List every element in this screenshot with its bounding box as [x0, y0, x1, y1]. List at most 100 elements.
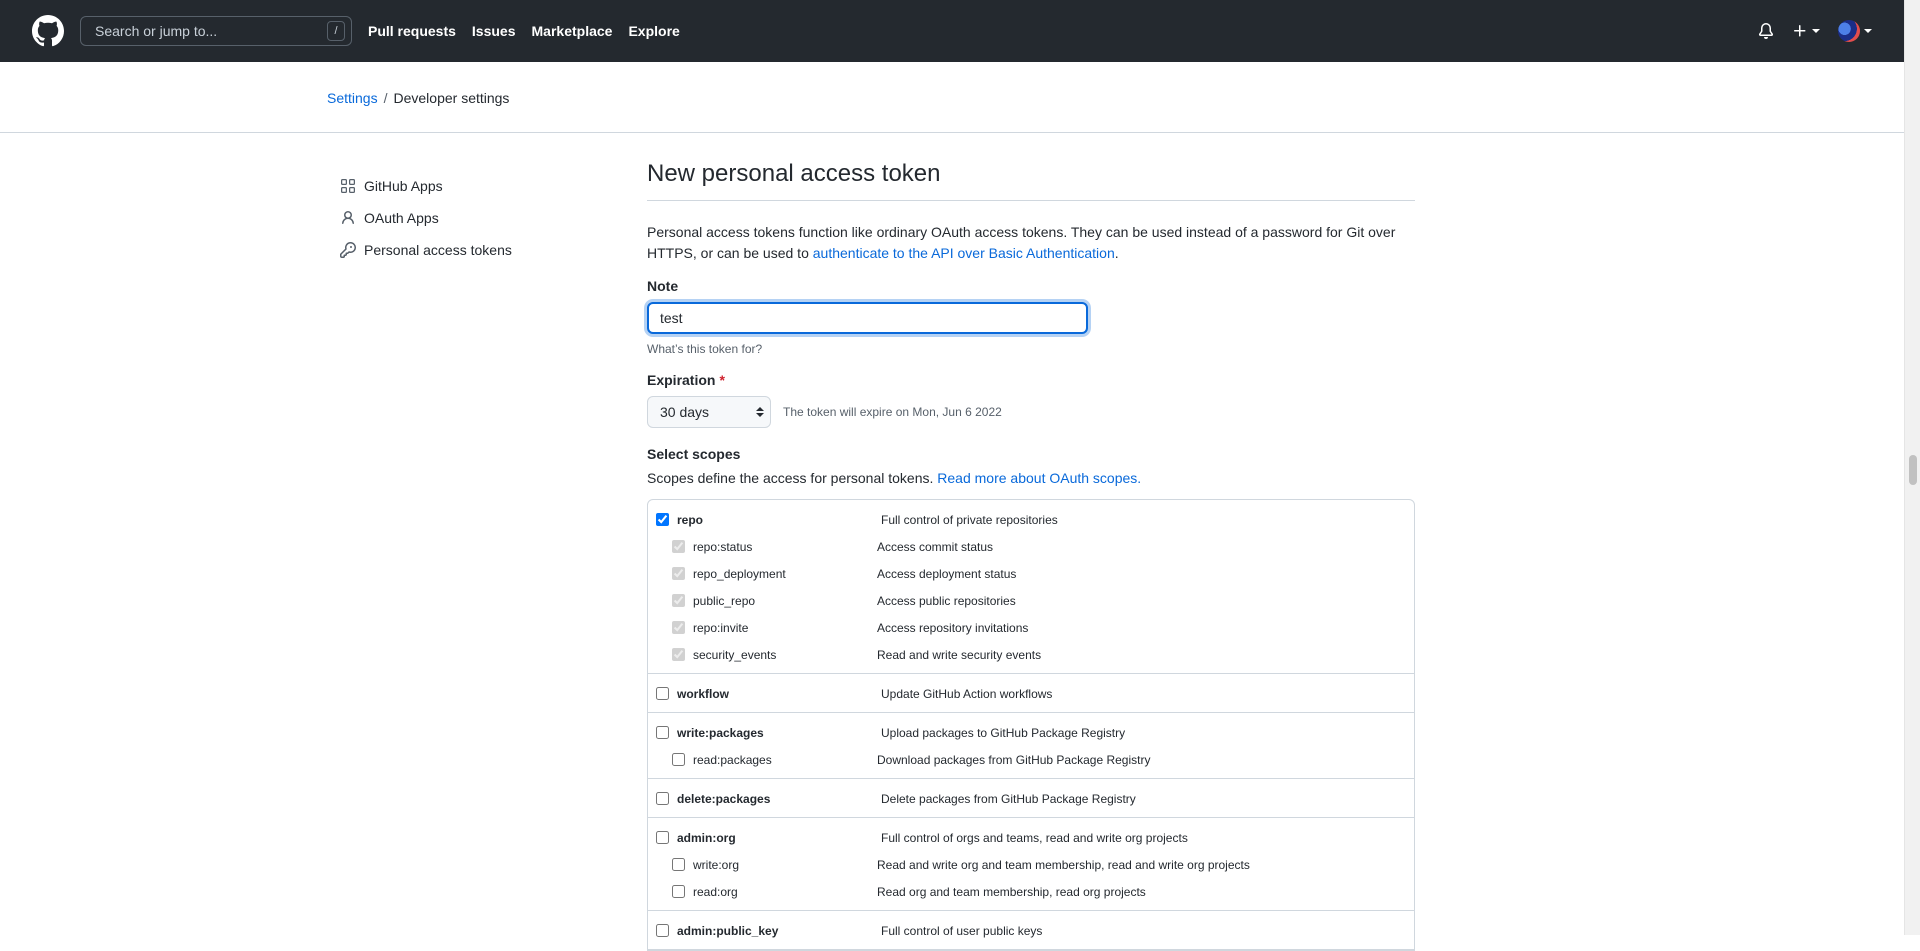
- scopes-label: Select scopes: [647, 446, 741, 462]
- search-shortcut-key: /: [327, 21, 345, 41]
- scope-description: Full control of user public keys: [881, 923, 1043, 938]
- scope-row: delete:packages Delete packages from GitH…: [648, 785, 1414, 812]
- scope-name: admin:public_key: [677, 923, 779, 938]
- expiration-select[interactable]: 30 days: [647, 396, 771, 428]
- scope-group-admin-public-key: admin:public_key Full control of user pub…: [648, 911, 1414, 950]
- scope-name: admin:org: [677, 830, 736, 845]
- scope-description: Read org and team membership, read org p…: [877, 884, 1146, 899]
- scope-name: workflow: [677, 686, 730, 701]
- scope-description: Read and write org and team membership, …: [877, 857, 1250, 872]
- scope-name: read:org: [693, 884, 738, 899]
- scope-checkbox[interactable]: [656, 831, 669, 844]
- scope-checkbox[interactable]: [672, 753, 685, 766]
- user-menu[interactable]: [1838, 20, 1872, 42]
- scope-child-row: repo:status Access commit status: [648, 533, 1414, 560]
- scope-description: Delete packages from GitHub Package Regi…: [881, 791, 1136, 806]
- scope-group-repo: repo Full control of private repositories…: [648, 500, 1414, 674]
- sidebar-item-oauth-apps[interactable]: OAuth Apps: [340, 202, 570, 234]
- expiration-note: The token will expire on Mon, Jun 6 2022: [783, 405, 1002, 419]
- note-input[interactable]: [647, 302, 1088, 334]
- scope-description: Update GitHub Action workflows: [881, 686, 1053, 701]
- scope-child-row: public_repo Access public repositories: [648, 587, 1414, 614]
- scope-description: Download packages from GitHub Package Re…: [877, 752, 1151, 767]
- scrollbar-thumb[interactable]: [1909, 455, 1917, 485]
- sidebar-item-label: OAuth Apps: [364, 210, 439, 226]
- scope-name: repo_deployment: [693, 566, 786, 581]
- scope-description: Full control of private repositories: [881, 512, 1058, 527]
- scope-checkbox: [672, 540, 685, 553]
- scope-row: repo Full control of private repositories: [648, 506, 1414, 533]
- key-icon: [340, 242, 356, 258]
- required-marker: *: [719, 372, 725, 388]
- search-input[interactable]: [93, 22, 327, 40]
- scopes-description: Scopes define the access for personal to…: [647, 470, 1415, 486]
- scope-child-row: read:org Read org and team membership, re…: [648, 878, 1414, 905]
- expiration-label: Expiration *: [647, 372, 1415, 388]
- scope-description: Access commit status: [877, 539, 994, 554]
- scope-description: Access deployment status: [877, 566, 1017, 581]
- scope-group-delete-packages: delete:packages Delete packages from GitH…: [648, 779, 1414, 818]
- scope-name: write:org: [693, 857, 740, 872]
- breadcrumb-settings-link[interactable]: Settings: [327, 90, 378, 106]
- scope-checkbox[interactable]: [656, 513, 669, 526]
- scope-checkbox[interactable]: [656, 726, 669, 739]
- scope-child-row: read:packages Download packages from GitH…: [648, 746, 1414, 773]
- apps-icon: [341, 179, 355, 193]
- scope-checkbox[interactable]: [672, 858, 685, 871]
- scope-checkbox[interactable]: [656, 792, 669, 805]
- search-box[interactable]: /: [80, 16, 352, 46]
- scope-row: workflow Update GitHub Action workflows: [648, 680, 1414, 707]
- settings-subhead: Settings / Developer settings: [0, 62, 1904, 133]
- nav-explore[interactable]: Explore: [628, 23, 679, 39]
- scope-row: write:packages Upload packages to GitHub …: [648, 719, 1414, 746]
- person-icon: [342, 211, 354, 225]
- page-scrollbar[interactable]: [1904, 0, 1920, 935]
- scope-name: repo:invite: [693, 620, 749, 635]
- scope-row: admin:org Full control of orgs and teams,…: [648, 824, 1414, 851]
- nav-marketplace[interactable]: Marketplace: [532, 23, 613, 39]
- scope-description: Full control of orgs and teams, read and…: [881, 830, 1188, 845]
- breadcrumb-separator: /: [383, 90, 388, 106]
- scope-description: Access repository invitations: [877, 620, 1029, 635]
- chevron-down-icon: [1864, 29, 1872, 33]
- scope-name: write:packages: [677, 725, 764, 740]
- header-actions: [1740, 0, 1872, 62]
- scope-checkbox: [672, 594, 685, 607]
- create-new-plus-icon[interactable]: [1792, 23, 1820, 39]
- scope-row: admin:public_key Full control of user pub…: [648, 917, 1414, 944]
- global-nav: Pull requests Issues Marketplace Explore: [368, 23, 696, 39]
- sidebar-item-label: GitHub Apps: [364, 178, 443, 194]
- scope-child-row: repo_deployment Access deployment status: [648, 560, 1414, 587]
- scope-checkbox[interactable]: [672, 885, 685, 898]
- note-hint: What’s this token for?: [647, 342, 763, 356]
- page-title: New personal access token: [647, 160, 1415, 201]
- expiration-selected-value: 30 days: [660, 404, 710, 420]
- scope-description: Access public repositories: [877, 593, 1016, 608]
- scope-name: delete:packages: [677, 791, 771, 806]
- scope-checkbox[interactable]: [656, 687, 669, 700]
- oauth-scopes-link[interactable]: Read more about OAuth scopes.: [937, 470, 1141, 486]
- nav-issues[interactable]: Issues: [472, 23, 516, 39]
- nav-pull-requests[interactable]: Pull requests: [368, 23, 456, 39]
- scopes-list: repo Full control of private repositories…: [647, 499, 1415, 951]
- bell-icon[interactable]: [1758, 23, 1774, 39]
- scope-checkbox: [672, 567, 685, 580]
- scope-name: repo: [677, 512, 704, 527]
- scopes-desc-text: Scopes define the access for personal to…: [647, 470, 938, 486]
- global-header: / Pull requests Issues Marketplace Explo…: [0, 0, 1904, 62]
- note-label: Note: [647, 278, 679, 294]
- developer-settings-sidebar: GitHub Apps OAuth Apps Personal access t…: [340, 170, 570, 266]
- basic-auth-link[interactable]: authenticate to the API over Basic Authe…: [813, 245, 1115, 261]
- sidebar-item-personal-access-tokens[interactable]: Personal access tokens: [340, 234, 570, 266]
- scope-group-workflow: workflow Update GitHub Action workflows: [648, 674, 1414, 713]
- breadcrumb-current: Developer settings: [393, 90, 510, 106]
- scope-child-row: repo:invite Access repository invitations: [648, 614, 1414, 641]
- scope-group-admin-org: admin:org Full control of orgs and teams,…: [648, 818, 1414, 911]
- github-logo-icon[interactable]: [32, 15, 64, 47]
- intro-text: Personal access tokens function like ord…: [647, 222, 1415, 264]
- scope-checkbox[interactable]: [656, 924, 669, 937]
- sidebar-item-github-apps[interactable]: GitHub Apps: [340, 170, 570, 202]
- avatar[interactable]: [1838, 20, 1860, 42]
- scope-name: repo:status: [693, 539, 753, 554]
- scope-checkbox: [672, 621, 685, 634]
